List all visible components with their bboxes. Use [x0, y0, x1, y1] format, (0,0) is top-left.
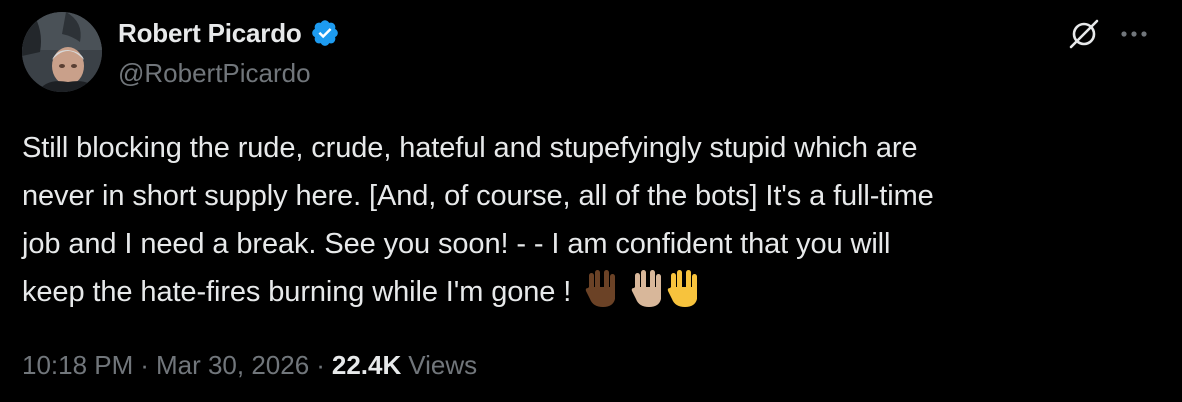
tweet-text-line-last: keep the hate-fires burning while I'm go…	[22, 268, 1162, 316]
meta-separator: ·	[140, 350, 149, 380]
tweet-text-line: never in short supply here. [And, of cou…	[22, 180, 934, 212]
views-label[interactable]: Views	[408, 350, 477, 381]
tweet-text-line: keep the hate-fires burning while I'm go…	[22, 276, 572, 308]
tweet-meta: 10:18 PM · Mar 30, 2026 · 22.4K Views	[22, 350, 477, 381]
tweet-time[interactable]: 10:18 PM	[22, 350, 133, 381]
tweet-text-line: job and I need a break. See you soon! - …	[22, 228, 891, 260]
tweet-text-line: Still blocking the rude, crude, hateful …	[22, 132, 918, 164]
meta-separator: ·	[316, 350, 325, 380]
views-count[interactable]: 22.4K	[332, 350, 401, 381]
author-name-row: Robert Picardo	[118, 16, 340, 50]
avatar[interactable]	[22, 12, 102, 92]
tweet-card: Robert Picardo @RobertPicardo Still bloc…	[0, 0, 1182, 402]
vulcan-salute-medium-light-skin-icon	[631, 270, 662, 307]
vulcan-salute-dark-skin-icon	[585, 270, 616, 307]
vulcan-salute-default-icon	[667, 270, 698, 307]
author-handle[interactable]: @RobertPicardo	[118, 58, 311, 89]
tweet-text: Still blocking the rude, crude, hateful …	[22, 124, 1162, 316]
verified-badge-icon[interactable]	[310, 18, 340, 48]
grok-icon[interactable]	[1064, 14, 1104, 54]
more-icon[interactable]	[1114, 14, 1154, 54]
author-display-name[interactable]: Robert Picardo	[118, 18, 302, 49]
tweet-date[interactable]: Mar 30, 2026	[156, 350, 309, 381]
